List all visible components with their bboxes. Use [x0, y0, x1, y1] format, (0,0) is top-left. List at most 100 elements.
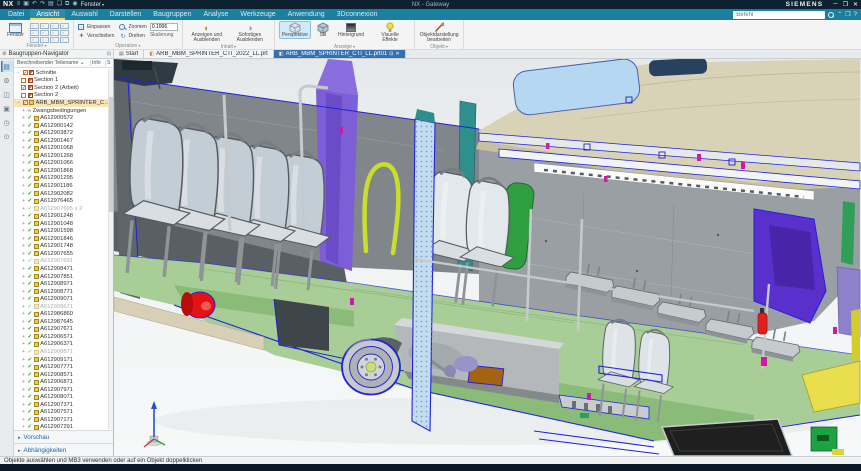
tree-item-part[interactable]: A612901066	[14, 160, 113, 168]
tab-pin-icon[interactable]	[389, 51, 393, 57]
ribbon-tab[interactable]: Anwendung	[282, 9, 331, 20]
tree-item-part[interactable]: A612907171	[14, 416, 113, 424]
print-icon[interactable]: ▤	[48, 0, 54, 9]
ribbon-tab[interactable]: Datei	[2, 9, 30, 20]
tree-item-part[interactable]: A612906571	[14, 333, 113, 341]
tree-item-part[interactable]: A612907371	[14, 401, 113, 409]
expand-icon[interactable]	[21, 198, 26, 204]
expand-icon[interactable]	[21, 266, 26, 272]
rotate-button[interactable]: Drehen	[119, 32, 146, 40]
ribbon-tab[interactable]: Analyse	[197, 9, 234, 20]
expand-icon[interactable]	[21, 281, 26, 287]
tree-item-part[interactable]: A612907655	[14, 250, 113, 258]
tree-item-part[interactable]: A612907771	[14, 363, 113, 371]
expand-icon[interactable]	[21, 206, 26, 212]
tree-item-part[interactable]: A612901248	[14, 212, 113, 220]
immediate-hide-button[interactable]: Sofortiges Ausblenden	[230, 21, 270, 44]
help-icon[interactable]: ?	[854, 12, 857, 18]
expand-icon[interactable]	[21, 138, 26, 144]
command-finder-icon[interactable]: ◉	[72, 0, 77, 9]
tree-item-part[interactable]: A612901186	[14, 182, 113, 190]
expand-icon[interactable]	[21, 236, 26, 242]
roles-icon[interactable]: ⊙	[1, 131, 13, 142]
tree-scrollbar[interactable]	[108, 69, 113, 429]
expand-icon[interactable]	[21, 387, 26, 393]
visual-effects-button[interactable]: Visuelle Effekte	[370, 21, 410, 44]
expand-icon[interactable]	[21, 304, 26, 310]
checkbox[interactable]	[21, 93, 26, 98]
tree-item-part[interactable]: A612901846	[14, 235, 113, 243]
tree-item-part[interactable]: A612908071	[14, 394, 113, 402]
expand-icon[interactable]	[21, 349, 26, 355]
expand-icon[interactable]	[21, 379, 26, 385]
tree-item-root-assembly[interactable]: ARB_MBM_SPRINTER_CTI_LL...	[14, 99, 113, 107]
show-hide-button[interactable]: Anzeigen und Ausblenden	[187, 21, 227, 44]
tree-item-constraints[interactable]: Zwangsbedingungen	[14, 107, 113, 115]
expand-icon[interactable]	[21, 341, 26, 347]
expand-icon[interactable]	[21, 168, 26, 174]
expand-icon[interactable]	[21, 213, 26, 219]
tree-item-part[interactable]: A612907695 x 2	[14, 205, 113, 213]
tree-item-part[interactable]: A612900572	[14, 114, 113, 122]
tree-item-section[interactable]: Section 2 (Arbeit)	[14, 84, 113, 92]
tree-item-part[interactable]: A612909171	[14, 356, 113, 364]
minimize-button[interactable]: ─	[833, 1, 837, 8]
edit-object-display-button[interactable]: Objektdarstellung bearbeiten	[419, 21, 459, 44]
style-button[interactable]: Stil	[314, 21, 332, 39]
new-window-icon[interactable]: ❏	[57, 0, 62, 9]
tree-item-part[interactable]: A612908771	[14, 288, 113, 296]
expand-icon[interactable]	[21, 409, 26, 415]
command-search-input[interactable]	[733, 11, 825, 19]
part-navigator-icon[interactable]: ◫	[1, 89, 13, 100]
zoom-scale-input[interactable]	[150, 23, 178, 31]
tree-item-part[interactable]: A612907691	[14, 258, 113, 266]
tree-item-section[interactable]: Section 1	[14, 77, 113, 85]
expand-icon[interactable]	[21, 145, 26, 151]
expand-icon[interactable]	[21, 364, 26, 370]
tree-item-part[interactable]: A612901598	[14, 227, 113, 235]
constraint-navigator-icon[interactable]: ⚙	[1, 75, 13, 86]
expand-icon[interactable]	[21, 183, 26, 189]
expand-icon[interactable]	[21, 326, 26, 332]
tree-item-part[interactable]: A612903872	[14, 129, 113, 137]
expand-icon[interactable]	[21, 175, 26, 181]
navigator-footer-section[interactable]: Abhängigkeiten	[14, 443, 113, 456]
expand-icon[interactable]	[21, 258, 26, 264]
expand-icon[interactable]	[21, 319, 26, 325]
expand-icon[interactable]	[21, 296, 26, 302]
tree-column-header[interactable]: Beschreibender Teilename Info S	[14, 59, 113, 68]
fenster-button[interactable]: Fenster	[4, 21, 27, 39]
fenster-menu-button[interactable]: Fenster	[81, 2, 104, 8]
pin-icon[interactable]	[107, 51, 111, 57]
tree-item-part[interactable]: A612908671	[14, 303, 113, 311]
tree-item-part[interactable]: A612908871	[14, 348, 113, 356]
ribbon-tab[interactable]: 3Dconnexion	[331, 9, 384, 20]
pan-button[interactable]: Verschieben	[78, 32, 115, 40]
tree-item-part[interactable]: A612907851	[14, 273, 113, 281]
tree-item-schnitte[interactable]: Schnitte	[14, 69, 113, 77]
ribbon-tab[interactable]: Darstellen	[104, 9, 148, 20]
tree-item-part[interactable]: A612908571	[14, 371, 113, 379]
expand-icon[interactable]	[21, 311, 26, 317]
tree-item-part[interactable]: A612976465	[14, 197, 113, 205]
tree-item-part[interactable]: A612908471	[14, 265, 113, 273]
tab-close-icon[interactable]	[396, 51, 400, 57]
redo-icon[interactable]: ↷	[40, 0, 45, 9]
expand-icon[interactable]	[21, 289, 26, 295]
expand-icon[interactable]	[21, 130, 26, 136]
close-button[interactable]: ✕	[853, 1, 858, 8]
tree-item-part[interactable]: A612907671	[14, 326, 113, 334]
document-tab[interactable]: ▤ Start	[114, 50, 144, 58]
ribbon-tab[interactable]: Ansicht	[30, 9, 65, 20]
fit-button[interactable]: Einpassen	[78, 23, 115, 31]
history-icon[interactable]: ◷	[1, 117, 13, 128]
expand-icon[interactable]	[21, 221, 26, 227]
tree-item-part[interactable]: A612901748	[14, 243, 113, 251]
tree-item-part[interactable]: A612986860	[14, 311, 113, 319]
checkbox[interactable]	[21, 78, 26, 83]
expand-icon[interactable]	[21, 153, 26, 159]
group-label-operation[interactable]: Operation	[78, 43, 178, 49]
expand-icon[interactable]	[21, 160, 26, 166]
tree-item-part[interactable]: A612906371	[14, 341, 113, 349]
checkbox[interactable]	[21, 85, 26, 90]
